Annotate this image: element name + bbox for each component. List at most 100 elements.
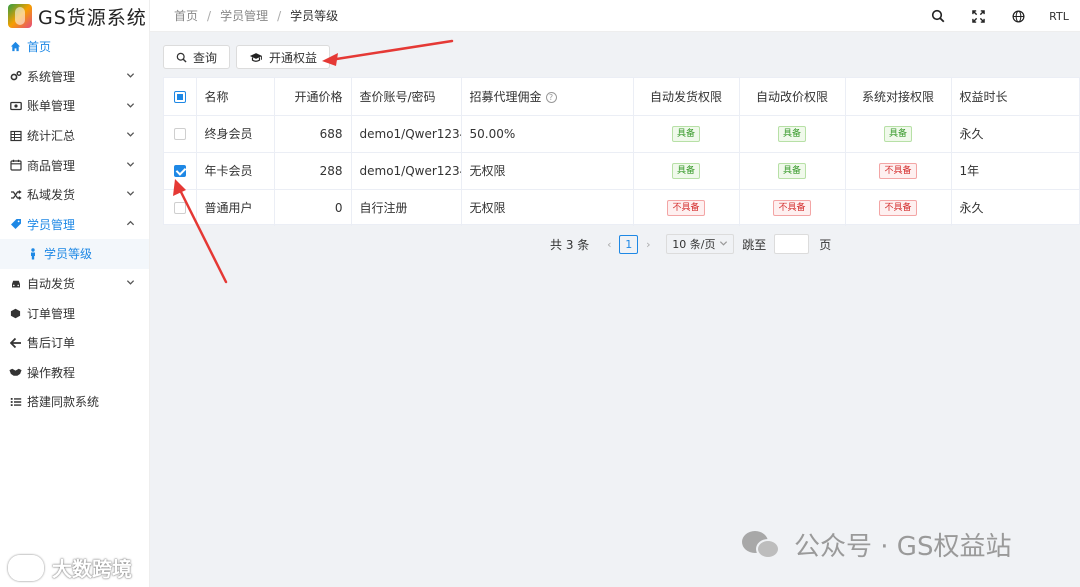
chevron-down-icon [125,278,135,288]
column-header-label: 招募代理佣金 [469,89,542,104]
page-unit-label: 页 [819,237,832,252]
sidebar-item-label: 订单管理 [27,306,76,321]
watermark-right: 公众号 · GS权益站 [742,526,1011,563]
sidebar-menu: 首页 系统管理 账单管理 统计汇总 商品管理 私域发货 学员管理 学员等级 自动… [0,32,149,417]
person-icon [26,247,39,260]
query-button[interactable]: 查询 [163,45,231,69]
sidebar-item-products[interactable]: 商品管理 [0,150,149,180]
breadcrumb-separator: / [207,8,212,23]
column-header: 查价账号/密码 [351,78,462,116]
status-badge: 不具备 [879,163,917,179]
open-rights-button-label: 开通权益 [269,50,318,65]
search-icon[interactable] [918,0,958,32]
watermark-left: 大数跨境 [8,553,132,582]
sidebar-item-build-system[interactable]: 搭建同款系统 [0,387,149,417]
shuffle-icon [9,188,22,201]
status-badge: 具备 [671,163,700,179]
rtl-toggle[interactable]: RTL [1038,0,1080,32]
cell-price: 688 [274,115,352,153]
calendar-icon [9,159,22,172]
sidebar-item-auto-ship[interactable]: 自动发货 [0,269,149,299]
column-header: 系统对接权限 [845,78,952,116]
table-row[interactable]: 普通用户 0 自行注册 无权限 不具备 不具备 不具备 永久 [164,189,1079,226]
jump-label: 跳至 [742,237,767,252]
sidebar-item-label: 学员等级 [44,247,93,262]
help-icon[interactable]: ? [545,91,557,103]
sidebar-item-label: 自动发货 [27,277,76,292]
query-button-label: 查询 [193,50,218,65]
handshake-icon [9,366,22,379]
globe-icon[interactable] [998,0,1038,32]
sidebar-item-bills[interactable]: 账单管理 [0,91,149,121]
cell-name: 普通用户 [196,189,275,226]
table-icon [9,129,22,142]
pagination-total: 共 3 条 [550,237,590,252]
sidebar-item-stats[interactable]: 统计汇总 [0,121,149,151]
cell-duration: 永久 [959,201,984,216]
row-select-cell [164,115,197,153]
pagination: 共 3 条 ‹ 1 › 10 条/页 跳至 页 [550,233,831,255]
breadcrumb-home[interactable]: 首页 [174,7,198,24]
status-badge: 不具备 [773,200,811,217]
sidebar: GS货源系统 首页 系统管理 账单管理 统计汇总 商品管理 私域发货 学员管理 … [0,0,150,587]
sidebar-item-label: 私域发货 [27,188,76,203]
chevron-left-icon[interactable]: ‹ [601,238,617,251]
column-header: 开通价格 [274,78,352,116]
gears-icon [9,70,22,83]
sidebar-item-system[interactable]: 系统管理 [0,62,149,92]
cell-auto-ship: 具备 [633,115,740,153]
column-header-commission: 招募代理佣金? [461,78,634,116]
money-bill-icon [9,99,22,112]
cell-sys-link: 具备 [845,115,952,153]
toolbar: 查询 开通权益 [163,45,336,69]
breadcrumb-students[interactable]: 学员管理 [220,7,268,24]
cell-commission: 无权限 [461,152,634,190]
chevron-down-icon [125,159,135,169]
status-badge: 不具备 [667,200,705,217]
cell-sys-link: 不具备 [845,189,952,226]
breadcrumb-current: 学员等级 [290,9,339,23]
page-size-select[interactable]: 10 条/页 [666,234,735,254]
jump-page-input[interactable] [774,234,810,254]
sidebar-item-student-levels[interactable]: 学员等级 [0,239,149,269]
sidebar-item-orders[interactable]: 订单管理 [0,298,149,328]
main-content: 查询 开通权益 名称 开通价格 查价账号/密码 招募代理佣金? 自动发货权限 自… [150,32,1080,587]
row-checkbox[interactable] [173,128,186,140]
sidebar-item-tutorials[interactable]: 操作教程 [0,358,149,388]
sidebar-item-after-sales[interactable]: 售后订单 [0,328,149,358]
table-row[interactable]: 终身会员 688 demo1/Qwer1234 50.00% 具备 具备 具备 … [164,115,1079,153]
page-number[interactable]: 1 [619,234,639,254]
table-row[interactable]: 年卡会员 288 demo1/Qwer1234 无权限 具备 具备 不具备 1年 [164,152,1079,190]
row-checkbox[interactable] [173,165,186,177]
arrow-left-icon [9,336,22,349]
chevron-down-icon [125,71,135,81]
breadcrumb: 首页 / 学员管理 / 学员等级 [174,7,338,24]
list-icon [9,395,22,408]
status-badge: 不具备 [879,200,917,217]
fullscreen-icon[interactable] [958,0,998,32]
app-logo[interactable]: GS货源系统 [0,0,149,32]
chevron-right-icon[interactable]: › [640,238,656,251]
chevron-down-icon [719,239,728,251]
header-tools: RTL [918,0,1080,32]
watermark-right-text: 公众号 · GS权益站 [794,532,1012,562]
table-header-row: 名称 开通价格 查价账号/密码 招募代理佣金? 自动发货权限 自动改价权限 系统… [164,78,1079,116]
cell-account: 自行注册 [351,189,462,226]
cell-auto-price: 具备 [739,152,846,190]
top-header: 首页 / 学员管理 / 学员等级 RTL [150,0,1080,32]
cell-sys-link: 不具备 [845,152,952,190]
sidebar-item-students[interactable]: 学员管理 [0,210,149,240]
cell-duration: 1年 [951,152,1079,190]
sidebar-item-private-ship[interactable]: 私域发货 [0,180,149,210]
cell-commission: 50.00% [461,115,634,153]
select-all-checkbox[interactable] [173,90,186,103]
row-checkbox[interactable] [173,202,186,215]
cell-auto-ship: 具备 [633,152,740,190]
cell-duration: 永久 [951,115,1079,153]
sidebar-item-home[interactable]: 首页 [0,32,149,62]
page-size-value: 10 条/页 [672,238,716,251]
open-rights-button[interactable]: 开通权益 [236,45,331,69]
status-badge: 具备 [777,126,806,142]
search-icon [176,52,187,63]
cell-commission: 无权限 [461,189,634,226]
